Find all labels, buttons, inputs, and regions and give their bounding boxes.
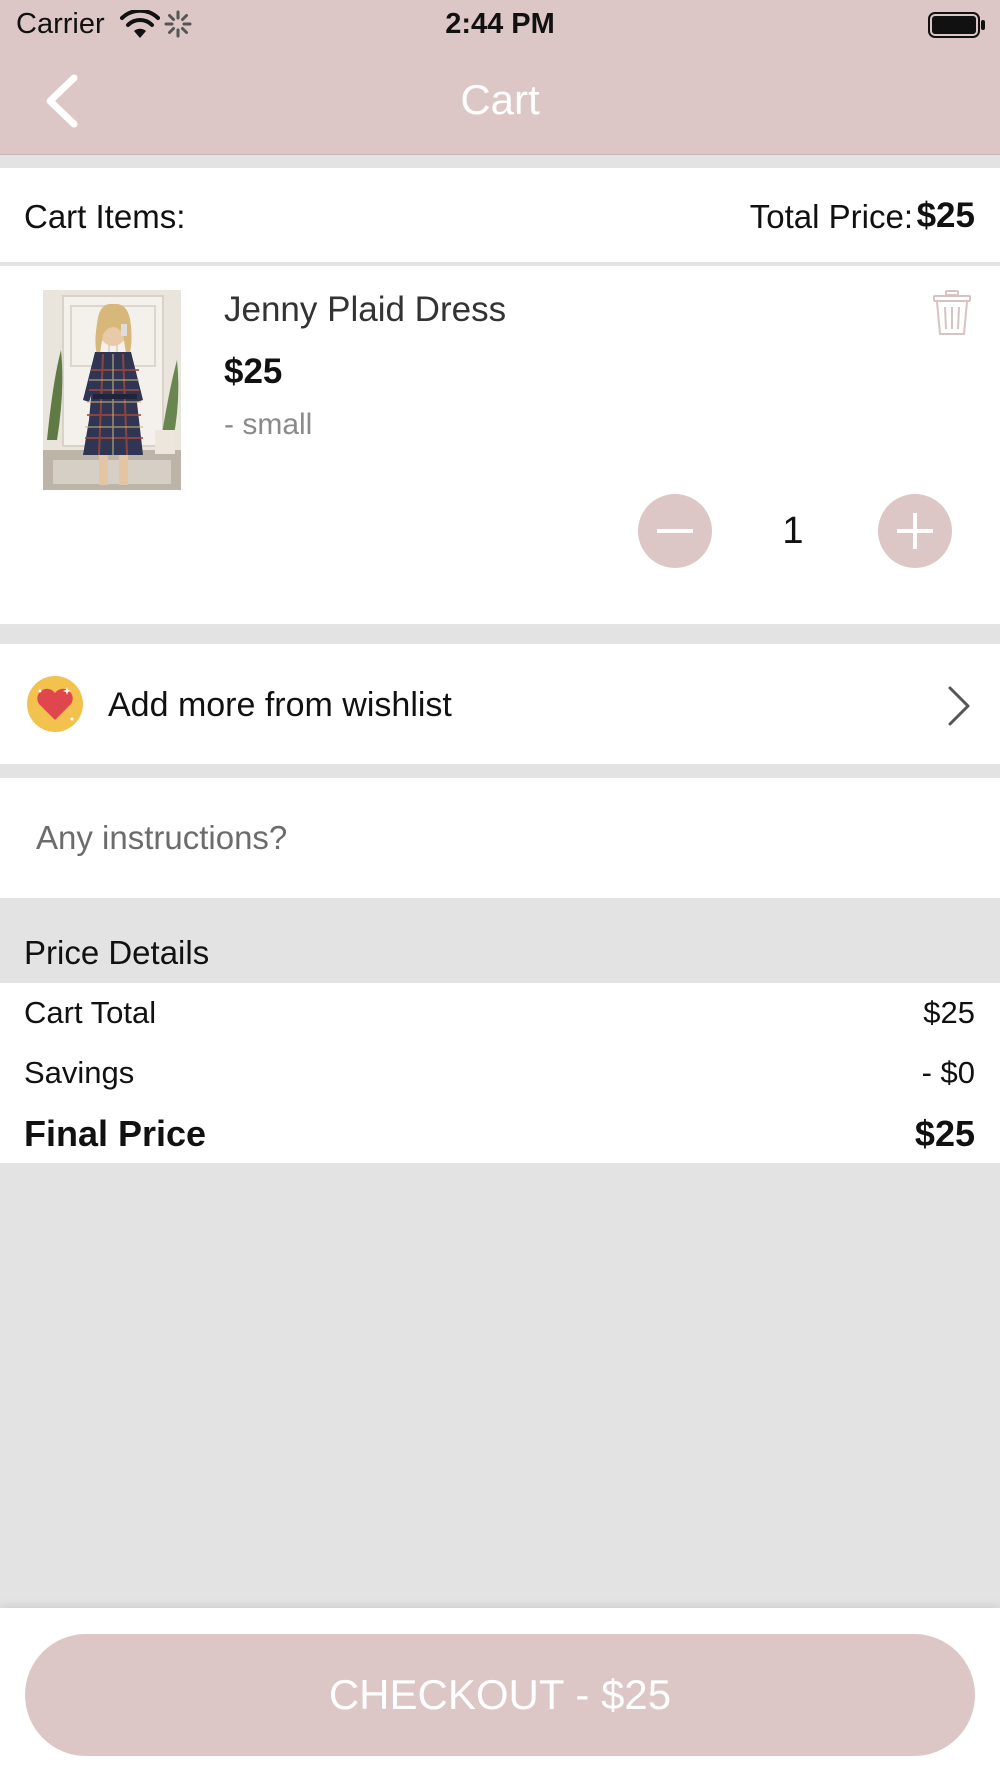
savings-value: - $0 [921,1055,975,1090]
checkout-bar: CHECKOUT - $25 [0,1608,1000,1778]
chevron-right-icon [948,686,970,726]
cart-total-value: $25 [923,995,975,1030]
price-details-title: Price Details [24,934,210,971]
instructions-input[interactable] [36,808,956,868]
trash-icon [933,290,971,335]
final-price-value: $25 [914,1113,975,1154]
decrease-quantity-button[interactable] [638,494,712,568]
final-price-label: Final Price [24,1113,207,1154]
cart-items-label: Cart Items: [24,198,186,235]
top-bar: Carrier 2:44 PM Cart [0,0,1000,155]
heart-icon [27,676,83,732]
price-details-box: Cart Total $25 Savings - $0 Final Price … [0,983,1000,1163]
page-title: Cart [460,76,540,123]
status-time: 2:44 PM [445,8,555,40]
increase-quantity-button[interactable] [878,494,952,568]
cart-item: Jenny Plaid Dress $25 - small 1 [0,266,1000,626]
product-size: - small [224,408,313,441]
total-price-value: $25 [916,196,975,235]
total-price-label: Total Price: [749,198,913,235]
product-price: $25 [224,352,283,391]
minus-icon [657,529,693,533]
product-name[interactable]: Jenny Plaid Dress [224,290,506,330]
savings-label: Savings [24,1055,135,1090]
delete-item-button[interactable] [932,290,972,336]
plus-icon-vertical [913,513,917,549]
add-from-wishlist-row[interactable]: Add more from wishlist [0,644,1000,764]
wishlist-label: Add more from wishlist [108,686,452,724]
cart-total-label: Cart Total [24,995,157,1030]
battery-icon [928,12,985,38]
instructions-section [0,778,1000,898]
product-image[interactable] [43,290,181,490]
cart-summary-header: Cart Items: Total Price: $25 [0,168,1000,264]
checkout-button[interactable]: CHECKOUT - $25 [25,1634,975,1756]
quantity-value: 1 [782,510,804,552]
